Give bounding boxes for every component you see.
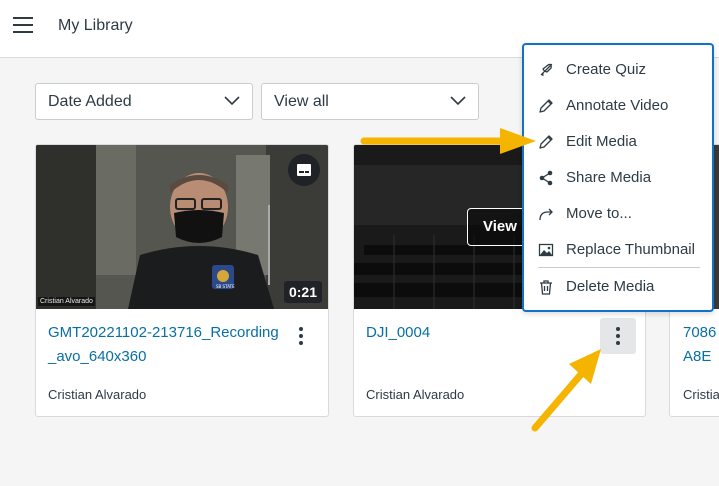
video-thumbnail[interactable]: SB STATE Cristian Alvarado 0:21 [36,145,328,309]
media-owner: Cristian Alvarado [366,387,465,402]
rocket-icon [540,63,553,77]
more-options-button[interactable] [283,318,319,354]
captions-icon [297,164,311,176]
media-title-link[interactable]: 7086 FA8E [683,321,719,369]
chevron-down-icon [450,96,466,106]
menu-divider [538,267,700,268]
media-title-link[interactable]: DJI_0004 [366,321,602,345]
sort-select[interactable]: Date Added [35,83,253,120]
video-watermark: Cristian Alvarado [38,297,95,306]
menu-item-label: Delete Media [566,278,655,295]
dot [299,327,303,331]
dot [299,341,303,345]
trash-icon [540,280,552,295]
menu-item-label: Move to... [566,205,632,222]
captions-badge[interactable] [288,154,320,186]
menu-item-move-to[interactable]: Move to... [524,196,712,232]
sort-select-value: Date Added [48,93,132,110]
view-filter-value: View all [274,93,329,110]
share-icon [539,170,553,186]
menu-item-annotate-video[interactable]: Annotate Video [524,88,712,124]
menu-item-delete-media[interactable]: Delete Media [524,269,712,305]
image-icon [538,243,554,257]
menu-item-edit-media[interactable]: Edit Media [524,124,712,160]
media-owner: Cristia [683,387,719,402]
media-actions-menu: Create Quiz Annotate Video Edit Media Sh… [522,43,714,312]
dot [616,334,620,338]
menu-item-create-quiz[interactable]: Create Quiz [524,52,712,88]
media-card: SB STATE Cristian Alvarado 0:21 GMT20221… [35,144,329,417]
media-title-link[interactable]: GMT20221102-213716_Recording_avo_640x360 [48,321,284,369]
hamburger-menu-icon[interactable] [13,17,33,33]
more-options-button[interactable] [600,318,636,354]
uniform-patch-text: SB STATE [216,284,235,289]
menu-item-label: Create Quiz [566,61,647,78]
dot [299,334,303,338]
arrow-redo-icon [539,208,553,221]
pencil-icon [539,99,553,113]
duration-badge: 0:21 [283,281,322,303]
dot [616,327,620,331]
page-title: My Library [58,17,133,34]
view-filter-select[interactable]: View all [261,83,479,120]
chevron-down-icon [224,96,240,106]
dot [616,341,620,345]
menu-item-label: Replace Thumbnail [566,241,695,258]
menu-item-label: Annotate Video [566,97,669,114]
media-owner: Cristian Alvarado [48,387,147,402]
menu-item-label: Share Media [566,169,652,186]
menu-item-label: Edit Media [566,133,637,150]
menu-item-replace-thumbnail[interactable]: Replace Thumbnail [524,232,712,268]
menu-item-share-media[interactable]: Share Media [524,160,712,196]
pencil-icon [539,135,553,149]
